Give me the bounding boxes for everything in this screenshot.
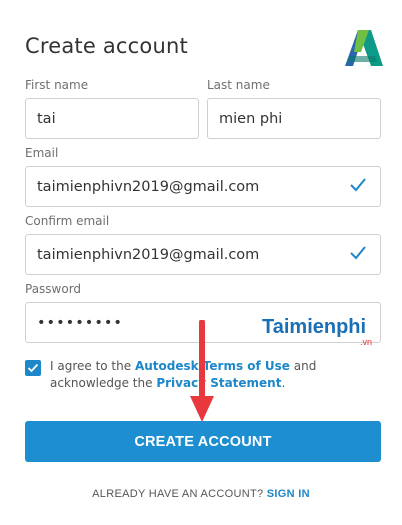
autodesk-logo-icon [345,30,383,66]
first-name-field[interactable]: tai [25,98,199,139]
password-label: Password [25,282,82,296]
last-name-value: mien phi [219,110,283,127]
agree-prefix: I agree to the [50,359,135,373]
arrow-down-icon [190,320,214,422]
last-name-label: Last name [207,78,270,92]
page-title: Create account [25,34,188,58]
sign-in-link[interactable]: SIGN IN [267,488,310,500]
last-name-field[interactable]: mien phi [207,98,381,139]
watermark-logo: Taimienphi [262,316,367,338]
already-text: ALREADY HAVE AN ACCOUNT? [92,488,267,500]
email-field[interactable]: taimienphivn2019@gmail.com [25,166,381,207]
check-icon [350,246,366,260]
privacy-statement-link[interactable]: Privacy Statement [156,376,281,390]
confirm-email-field[interactable]: taimienphivn2019@gmail.com [25,234,381,275]
already-have-account: ALREADY HAVE AN ACCOUNT? SIGN IN [0,488,402,500]
password-value: ••••••••• [37,314,123,331]
create-account-button[interactable]: CREATE ACCOUNT [25,421,381,462]
confirm-email-value: taimienphivn2019@gmail.com [37,246,260,263]
agree-checkbox[interactable] [25,360,41,376]
watermark-sub: .vn [360,337,373,347]
agree-suffix: . [281,376,286,390]
email-label: Email [25,146,59,160]
first-name-label: First name [25,78,89,92]
check-icon [350,178,366,192]
email-value: taimienphivn2019@gmail.com [37,178,260,195]
checkmark-icon [27,363,39,373]
first-name-value: tai [37,110,56,127]
confirm-email-label: Confirm email [25,214,110,228]
